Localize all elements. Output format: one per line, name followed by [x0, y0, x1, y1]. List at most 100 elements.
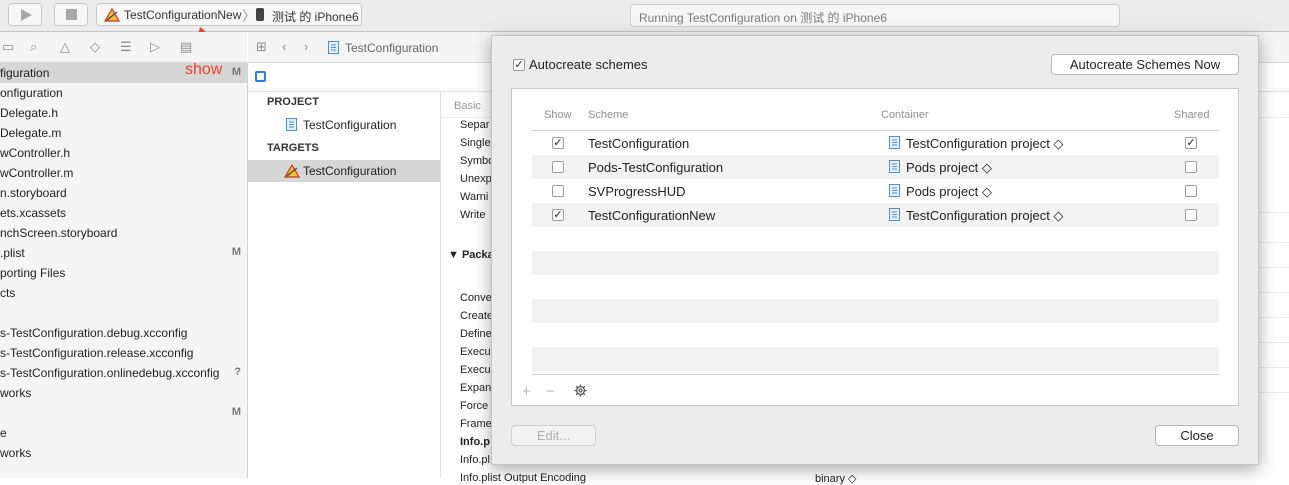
- setting-row-label[interactable]: Expan: [460, 382, 491, 394]
- project-file-icon: [889, 160, 900, 173]
- navigator-item-label: porting Files: [0, 266, 66, 280]
- breakpoint-icon[interactable]: ▷: [150, 39, 160, 55]
- navigator-item[interactable]: cts: [0, 283, 247, 303]
- navigator-item[interactable]: works: [0, 443, 247, 463]
- scheme-row[interactable]: SVProgressHUD Pods project ◇: [532, 179, 1219, 203]
- shared-checkbox[interactable]: ✓: [1185, 137, 1197, 149]
- navigator-item[interactable]: nchScreen.storyboard: [0, 223, 247, 243]
- gear-icon[interactable]: [574, 384, 587, 397]
- column-header-show[interactable]: Show: [544, 109, 572, 121]
- navigator-item-label: nchScreen.storyboard: [0, 226, 118, 240]
- edit-button[interactable]: Edit...: [511, 425, 596, 446]
- target-item[interactable]: TestConfiguration: [248, 160, 440, 182]
- setting-row-label[interactable]: Create: [460, 310, 493, 322]
- container-popup[interactable]: TestConfiguration project ◇: [906, 208, 1063, 224]
- divider: [1256, 267, 1289, 268]
- search-icon[interactable]: ⌕: [30, 39, 37, 55]
- setting-row-label[interactable]: Frame: [460, 418, 492, 430]
- navigator-item[interactable]: s-TestConfiguration.debug.xcconfig: [0, 323, 247, 343]
- column-header-shared[interactable]: Shared: [1174, 109, 1209, 121]
- navigator-item[interactable]: M: [0, 403, 247, 423]
- navigator-item[interactable]: e: [0, 423, 247, 443]
- setting-row-label[interactable]: Info.plist Output Encoding: [460, 472, 586, 484]
- container-popup[interactable]: Pods project ◇: [906, 184, 992, 200]
- empty-row: [532, 347, 1219, 371]
- navigator-item-label: wController.h: [0, 146, 71, 160]
- navigator-item[interactable]: s-TestConfiguration.onlinedebug.xcconfig…: [0, 363, 247, 383]
- shared-checkbox[interactable]: [1185, 185, 1197, 197]
- remove-icon[interactable]: −: [546, 383, 555, 400]
- stop-button[interactable]: [54, 3, 88, 26]
- warning-icon[interactable]: △: [60, 39, 70, 55]
- setting-row-label[interactable]: Unexp: [460, 173, 492, 185]
- add-icon[interactable]: +: [522, 383, 531, 400]
- setting-row-label[interactable]: Execu: [460, 364, 491, 376]
- project-header: PROJECT: [267, 96, 319, 108]
- setting-row-label[interactable]: Symbo: [460, 155, 494, 167]
- navigator-item[interactable]: .plist M: [0, 243, 247, 263]
- navigator-item[interactable]: works: [0, 383, 247, 403]
- forward-icon[interactable]: ›: [304, 39, 308, 54]
- navigator-item[interactable]: [0, 303, 247, 323]
- setting-row-label[interactable]: Write: [460, 209, 485, 221]
- divider: [1256, 292, 1289, 293]
- autocreate-checkbox[interactable]: ✓: [513, 59, 525, 71]
- scheme-row[interactable]: ✓ TestConfiguration TestConfiguration proj…: [532, 131, 1219, 155]
- project-item[interactable]: TestConfiguration: [248, 114, 440, 136]
- shared-checkbox[interactable]: [1185, 161, 1197, 173]
- setting-row-label[interactable]: Warni: [460, 191, 488, 203]
- navigator-item[interactable]: n.storyboard: [0, 183, 247, 203]
- scheme-row[interactable]: ✓ TestConfigurationNew TestConfiguration p…: [532, 203, 1219, 227]
- divider: [1256, 367, 1289, 368]
- setting-row-label[interactable]: Conve: [460, 292, 492, 304]
- autocreate-schemes-now-button[interactable]: Autocreate Schemes Now: [1051, 54, 1239, 75]
- column-header-container[interactable]: Container: [881, 109, 929, 121]
- scheme-row[interactable]: Pods-TestConfiguration Pods project ◇: [532, 155, 1219, 179]
- test-icon[interactable]: ◇: [90, 39, 100, 55]
- navigator-item-label: s-TestConfiguration.debug.xcconfig: [0, 326, 188, 340]
- navigator-item[interactable]: porting Files: [0, 263, 247, 283]
- navigator-item-label: s-TestConfiguration.release.xcconfig: [0, 346, 194, 360]
- run-button[interactable]: [8, 3, 42, 26]
- setting-value[interactable]: binary ◇: [815, 472, 856, 485]
- setting-row-label[interactable]: Separ: [460, 119, 489, 131]
- setting-row-label[interactable]: Execu: [460, 346, 491, 358]
- navigator-item[interactable]: wController.h: [0, 143, 247, 163]
- setting-row-label[interactable]: Info.pl: [460, 454, 490, 466]
- folder-icon[interactable]: ▭: [2, 39, 14, 55]
- navigator-item[interactable]: Delegate.m: [0, 123, 247, 143]
- report-icon[interactable]: ▤: [180, 39, 192, 55]
- close-button[interactable]: Close: [1155, 425, 1239, 446]
- navigator-item[interactable]: onfiguration: [0, 83, 247, 103]
- scheme-name: SVProgressHUD: [588, 184, 686, 199]
- setting-row-label[interactable]: Single: [460, 137, 491, 149]
- debug-icon[interactable]: ☰: [120, 39, 132, 55]
- back-icon[interactable]: ‹: [282, 39, 286, 54]
- grid-icon[interactable]: ⊞: [256, 39, 267, 55]
- scheme-selector[interactable]: TestConfigurationNew 〉 测试 的 iPhone6: [96, 3, 362, 26]
- packaging-section-header[interactable]: ▼ Packa: [448, 249, 494, 261]
- navigator-item[interactable]: s-TestConfiguration.release.xcconfig: [0, 343, 247, 363]
- breadcrumb[interactable]: TestConfiguration: [345, 41, 438, 55]
- tab-basic[interactable]: Basic: [454, 100, 481, 112]
- column-header-scheme[interactable]: Scheme: [588, 109, 628, 121]
- show-checkbox[interactable]: [552, 161, 564, 173]
- shared-checkbox[interactable]: [1185, 209, 1197, 221]
- container-popup[interactable]: Pods project ◇: [906, 160, 992, 176]
- setting-row-label[interactable]: Define: [460, 328, 492, 340]
- sidebar-toggle-icon[interactable]: [255, 71, 266, 82]
- navigator-item-label: onfiguration: [0, 86, 63, 100]
- show-checkbox[interactable]: ✓: [552, 209, 564, 221]
- show-checkbox[interactable]: ✓: [552, 137, 564, 149]
- app-target-icon: [104, 8, 120, 22]
- setting-row-label[interactable]: Force: [460, 400, 488, 412]
- table-bottom-divider: [532, 374, 1219, 375]
- navigator-item-label: .plist: [0, 246, 25, 260]
- setting-row-label[interactable]: Info.p: [460, 436, 490, 448]
- container-popup[interactable]: TestConfiguration project ◇: [906, 136, 1063, 152]
- show-checkbox[interactable]: [552, 185, 564, 197]
- navigator-item[interactable]: wController.m: [0, 163, 247, 183]
- schemes-table: Show Scheme Container Shared + − ✓ TestCo…: [511, 88, 1239, 406]
- navigator-item[interactable]: Delegate.h: [0, 103, 247, 123]
- navigator-item[interactable]: ets.xcassets: [0, 203, 247, 223]
